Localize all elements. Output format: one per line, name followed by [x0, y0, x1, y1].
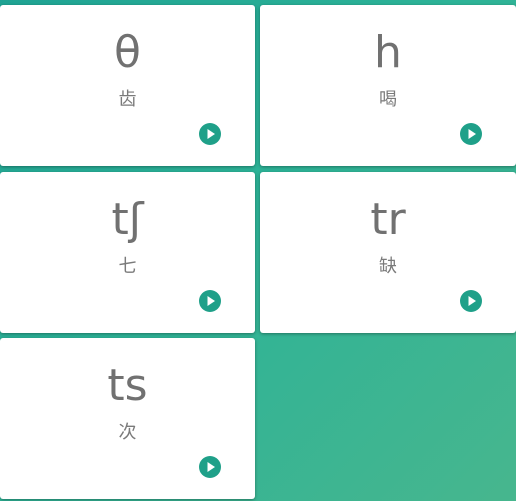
- play-button[interactable]: [199, 290, 221, 312]
- phoneme-symbol: tr: [370, 194, 406, 245]
- play-button[interactable]: [199, 456, 221, 478]
- play-icon: [468, 296, 476, 306]
- phoneme-symbol: ts: [107, 360, 148, 411]
- phoneme-card[interactable]: h 喝: [260, 5, 516, 166]
- example-word: 缺: [379, 256, 397, 277]
- example-word: 齿: [118, 89, 137, 110]
- play-icon: [468, 129, 476, 139]
- example-word: 七: [118, 256, 137, 277]
- example-word: 喝: [379, 89, 397, 110]
- phoneme-card[interactable]: ts 次: [0, 338, 255, 499]
- play-icon: [207, 129, 215, 139]
- play-button[interactable]: [460, 123, 482, 145]
- phoneme-card[interactable]: θ 齿: [0, 5, 255, 166]
- play-icon: [207, 296, 215, 306]
- play-button[interactable]: [460, 290, 482, 312]
- example-word: 次: [118, 422, 137, 443]
- phoneme-symbol: θ: [114, 27, 141, 78]
- phoneme-symbol: h: [374, 27, 402, 78]
- play-button[interactable]: [199, 123, 221, 145]
- phoneme-symbol: tʃ: [111, 194, 144, 245]
- play-icon: [207, 462, 215, 472]
- phoneme-card[interactable]: tr 缺: [260, 172, 516, 333]
- phoneme-card[interactable]: tʃ 七: [0, 172, 255, 333]
